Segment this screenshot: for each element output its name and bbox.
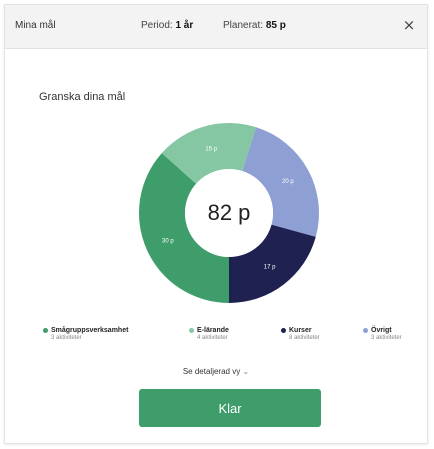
review-goals-heading: Granska dina mål: [39, 91, 126, 103]
legend-label: Smågruppsverksamhet: [51, 327, 129, 334]
detailed-view-label[interactable]: Se detaljerad vy: [183, 367, 240, 376]
legend-sub: 3 aktiviteter: [371, 335, 402, 341]
planned-value: 85 p: [265, 20, 286, 31]
legend-item-ovrigt: Övrigt 3 aktiviteter: [363, 327, 402, 341]
legend-sub: 4 aktiviteter: [197, 335, 228, 341]
legend-dot: [363, 328, 368, 333]
donut-svg: 30 p 15 p 20 p 17 p: [138, 123, 319, 303]
detailed-view-link[interactable]: Se detaljerad vy ⌄: [5, 367, 427, 376]
legend-label: E-lärande: [197, 327, 229, 334]
goals-dialog: Mina mål Period: 1 år Planerat: 85 p × G…: [4, 4, 428, 444]
legend-label: Kurser: [289, 327, 312, 334]
slice-value-label: 17 p: [264, 264, 276, 270]
period-info: Period: 1 år: [141, 20, 193, 31]
legend-item-elarande: E-lärande 4 aktiviteter: [189, 327, 229, 341]
goals-donut-chart: 30 p 15 p 20 p 17 p 82 p: [135, 119, 323, 307]
slice-value-label: 15 p: [205, 146, 217, 152]
planned-info: Planerat: 85 p: [223, 20, 286, 31]
planned-label: Planerat:: [223, 20, 264, 31]
legend-dot: [281, 328, 286, 333]
legend-sub: 8 aktiviteter: [289, 335, 320, 341]
legend-label: Övrigt: [371, 327, 392, 334]
dialog-title: Mina mål: [15, 20, 56, 31]
donut-hole: [185, 169, 273, 257]
legend-dot: [189, 328, 194, 333]
legend-item-smagrupp: Smågruppsverksamhet 3 aktiviteter: [43, 327, 128, 341]
close-icon[interactable]: ×: [399, 15, 419, 35]
slice-value-label: 30 p: [162, 238, 174, 244]
legend-dot: [43, 328, 48, 333]
legend-item-kurser: Kurser 8 aktiviteter: [281, 327, 320, 341]
done-button[interactable]: Klar: [139, 389, 321, 427]
slice-value-label: 20 p: [282, 179, 294, 185]
chart-legend: Smågruppsverksamhet 3 aktiviteter E-lära…: [43, 327, 423, 357]
dialog-header: Mina mål Period: 1 år Planerat: 85 p ×: [5, 5, 427, 49]
period-label: Period:: [141, 20, 173, 31]
chevron-down-icon: ⌄: [242, 367, 250, 376]
legend-sub: 3 aktiviteter: [51, 335, 82, 341]
period-value: 1 år: [175, 20, 194, 31]
